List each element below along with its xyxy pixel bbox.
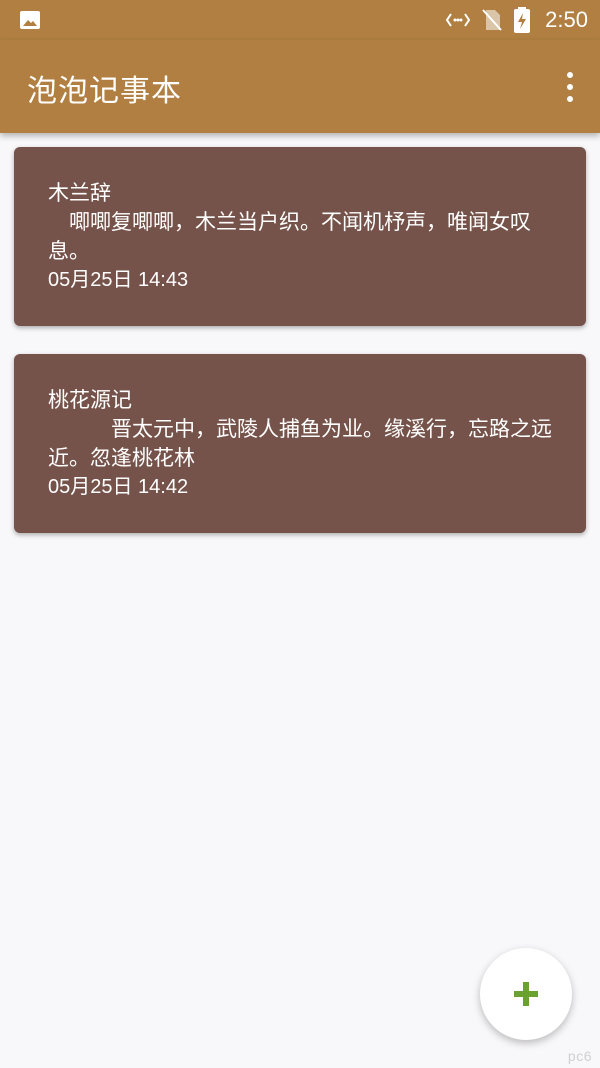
no-sim-icon (482, 9, 502, 31)
battery-charging-icon (514, 7, 531, 33)
clock: 2:50 (545, 7, 588, 32)
status-icons: 2:50 (445, 0, 588, 40)
watermark: pc6 (567, 1048, 592, 1064)
note-date: 05月25日 14:43 (48, 269, 189, 291)
more-vert-icon[interactable] (560, 70, 580, 104)
plus-icon (514, 982, 538, 1006)
data-arrows-icon (445, 13, 471, 27)
note-title: 桃花源记 (48, 388, 132, 412)
app-bar: 泡泡记事本 (0, 40, 600, 133)
note-card[interactable]: 木兰辞 唧唧复唧唧，木兰当户织。不闻机杼声，唯闻女叹息。 05月25日 14:4… (14, 147, 586, 326)
image-icon (20, 11, 40, 29)
notes-screen: 2:50 泡泡记事本 木兰辞 唧唧复唧唧，木兰当户织。不闻机杼声，唯闻女叹息。 … (0, 0, 600, 1068)
note-card[interactable]: 桃花源记 晋太元中，武陵人捕鱼为业。缘溪行，忘路之远近。忽逢桃花林 05月25日… (14, 354, 586, 533)
note-body: 晋太元中，武陵人捕鱼为业。缘溪行，忘路之远近。忽逢桃花林 (48, 417, 552, 470)
note-title: 木兰辞 (48, 181, 111, 205)
status-bar: 2:50 (0, 0, 600, 40)
add-note-button[interactable] (480, 948, 572, 1040)
app-title: 泡泡记事本 (27, 74, 182, 109)
note-body: 唧唧复唧唧，木兰当户织。不闻机杼声，唯闻女叹息。 (48, 210, 531, 263)
note-date: 05月25日 14:42 (48, 476, 189, 498)
